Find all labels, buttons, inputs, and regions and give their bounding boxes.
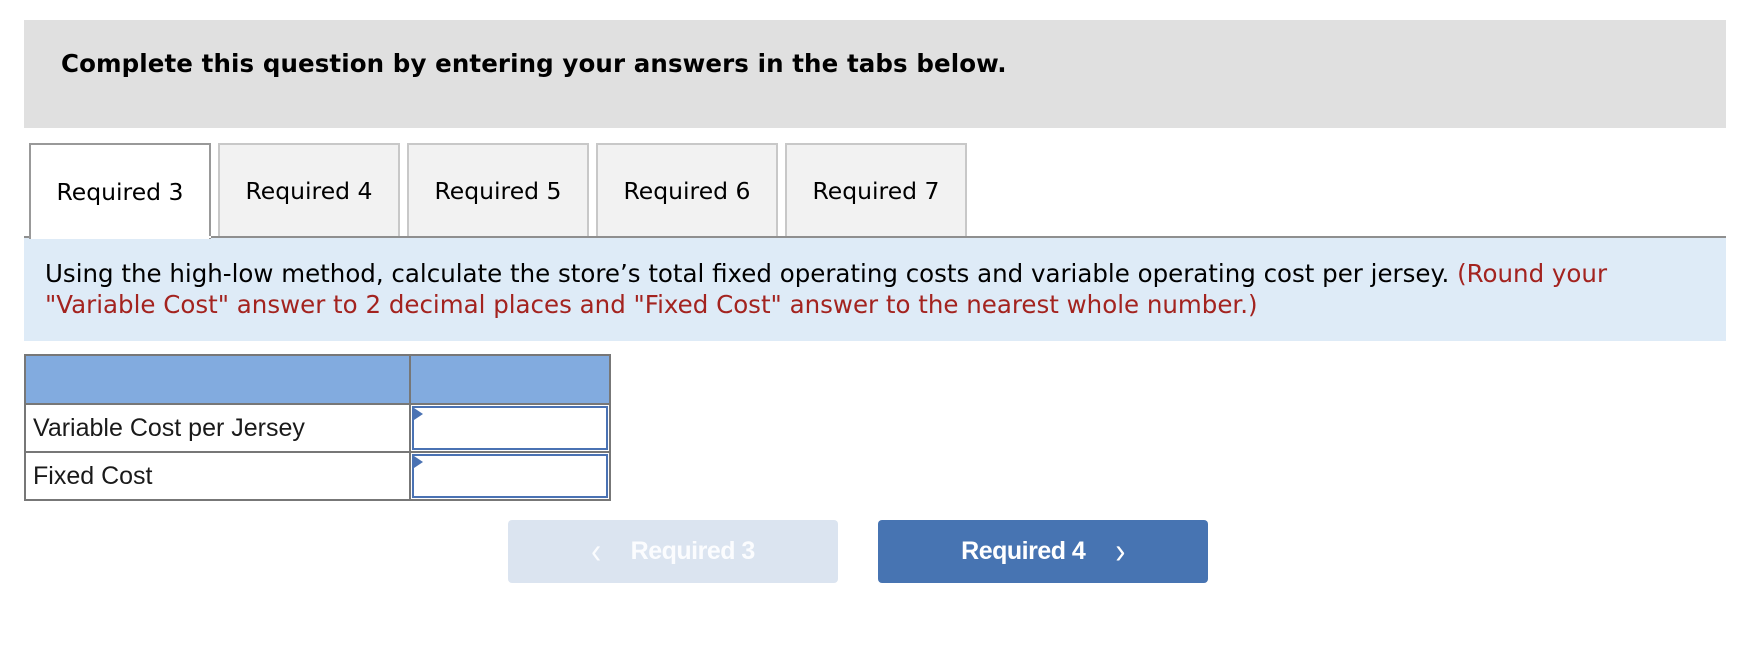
variable-cost-cell [409,403,611,453]
next-required-button[interactable]: Required 4 › [878,520,1208,583]
table-header-label [24,354,411,405]
tab-required-5[interactable]: Required 5 [407,143,589,236]
question-prompt: Using the high-low method, calculate the… [24,238,1726,341]
chevron-right-icon: › [1115,531,1125,571]
tab-label: Required 3 [56,178,184,206]
row-label-variable-cost: Variable Cost per Jersey [24,403,411,453]
instructions-banner: Complete this question by entering your … [24,20,1726,128]
answer-table: Variable Cost per Jersey Fixed Cost [24,354,611,501]
tab-label: Required 4 [245,176,373,205]
fixed-cost-input[interactable] [412,454,608,498]
table-row: Fixed Cost [24,451,611,501]
input-flag-icon [414,456,423,468]
tab-required-7[interactable]: Required 7 [785,143,967,236]
table-header-value [409,354,611,405]
previous-button-label: Required 3 [630,537,756,565]
question-text: Using the high-low method, calculate the… [45,259,1450,288]
active-tab-gap [31,236,211,238]
table-header-row [24,354,611,405]
fixed-cost-cell [409,451,611,501]
tab-label: Required 5 [434,176,562,205]
next-button-label: Required 4 [961,537,1086,565]
tab-required-6[interactable]: Required 6 [596,143,778,236]
variable-cost-input[interactable] [412,406,608,450]
instructions-heading: Complete this question by entering your … [61,49,1007,78]
tab-label: Required 6 [623,176,751,205]
previous-required-button[interactable]: ‹ Required 3 [508,520,838,583]
chevron-left-icon: ‹ [591,531,601,571]
row-label-fixed-cost: Fixed Cost [24,451,411,501]
table-row: Variable Cost per Jersey [24,403,611,453]
tab-label: Required 7 [812,176,940,205]
tab-required-3[interactable]: Required 3 [29,143,211,239]
input-flag-icon [414,408,423,420]
tab-required-4[interactable]: Required 4 [218,143,400,236]
